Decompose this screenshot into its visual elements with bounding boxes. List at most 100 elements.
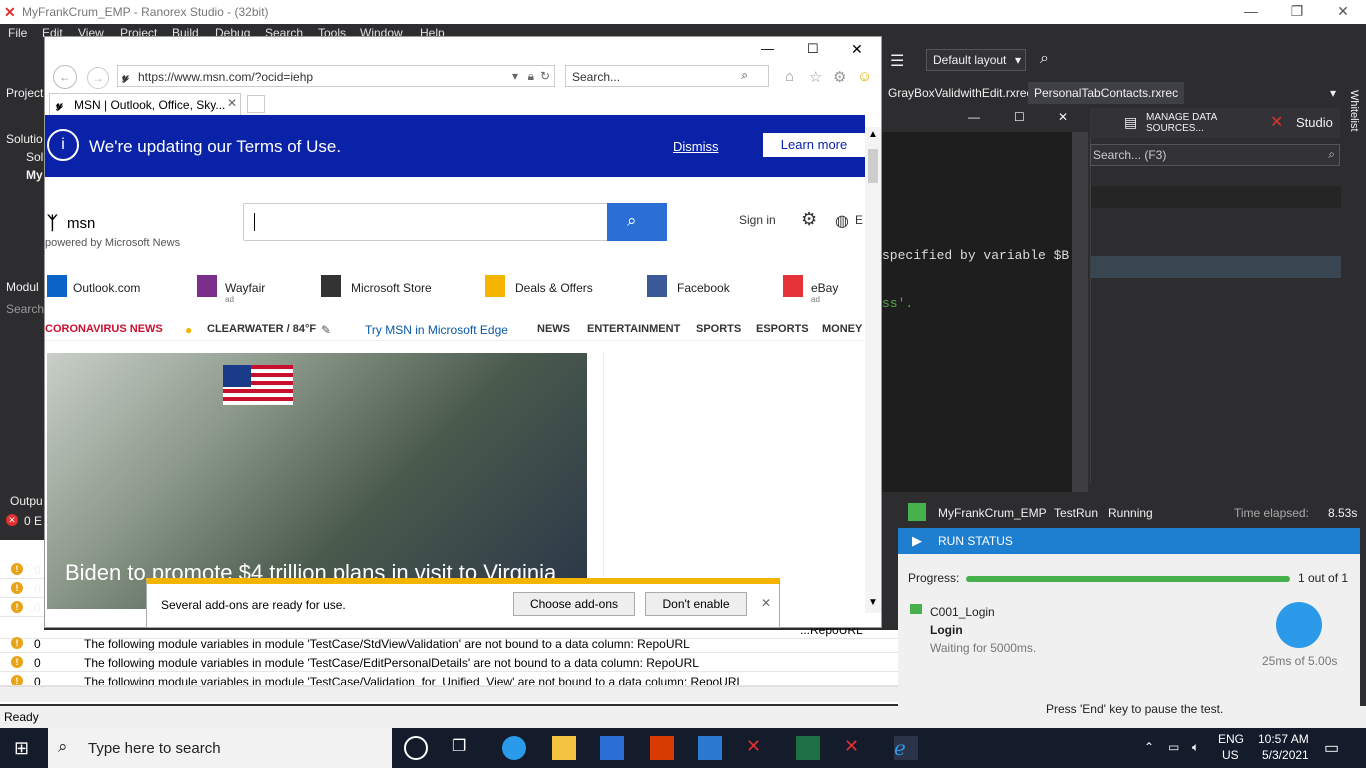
studio-button[interactable]: Studio bbox=[1296, 115, 1333, 130]
output-panel-label[interactable]: Outpu bbox=[10, 494, 43, 508]
close-button[interactable]: ✕ bbox=[1320, 0, 1366, 24]
solution-item[interactable]: Sol bbox=[26, 150, 43, 164]
scroll-down-icon[interactable]: ▼ bbox=[868, 597, 878, 608]
globe-icon[interactable]: ◍ bbox=[835, 211, 849, 231]
restore-button[interactable]: ❐ bbox=[1274, 0, 1320, 24]
settings-gear-icon[interactable]: ⚙ bbox=[833, 68, 846, 86]
nav-entertainment[interactable]: ENTERTAINMENT bbox=[587, 323, 680, 335]
manage-data-sources-button[interactable]: MANAGE DATA SOURCES... bbox=[1146, 112, 1246, 134]
ranorex-icon[interactable]: ✕ bbox=[844, 736, 868, 760]
output-hscrollbar[interactable] bbox=[0, 686, 898, 702]
ie-search-input[interactable]: Search... ⌕ bbox=[565, 65, 769, 87]
project-item[interactable]: My bbox=[26, 168, 43, 182]
minimize-button[interactable]: — bbox=[1228, 0, 1274, 24]
clock-date[interactable]: 5/3/2021 bbox=[1262, 748, 1309, 762]
code-window-minimize-button[interactable]: — bbox=[968, 110, 980, 124]
dropdown-icon[interactable]: ▾ bbox=[512, 69, 518, 83]
weather-link[interactable]: CLEARWATER / 84°F bbox=[207, 323, 316, 335]
forward-icon[interactable]: → bbox=[87, 67, 109, 89]
tab-menu-icon[interactable]: ▾ bbox=[1330, 86, 1336, 100]
msn-logo-text[interactable]: msn bbox=[67, 215, 95, 232]
new-tab-button[interactable] bbox=[247, 95, 265, 113]
language-bottom[interactable]: US bbox=[1222, 748, 1239, 762]
layout-icon[interactable]: ☰ bbox=[890, 51, 904, 71]
windows-start-icon[interactable]: ⊞ bbox=[14, 738, 29, 759]
code-editor[interactable]: specified by variable $B ss'. bbox=[882, 132, 1088, 492]
tab-close-icon[interactable]: ✕ bbox=[227, 96, 237, 110]
internet-explorer-icon[interactable]: ℯ bbox=[894, 736, 918, 760]
ie-tab-msn[interactable]: 𝓎 MSN | Outlook, Office, Sky... bbox=[49, 93, 241, 115]
file-explorer-icon[interactable] bbox=[552, 736, 576, 760]
dont-enable-button[interactable]: Don't enable bbox=[645, 592, 747, 616]
edge-icon[interactable] bbox=[502, 736, 526, 760]
repo-row-highlight[interactable] bbox=[1091, 256, 1341, 278]
store-icon[interactable] bbox=[600, 736, 624, 760]
mail-icon[interactable] bbox=[698, 736, 722, 760]
coronavirus-link[interactable]: CORONAVIRUS NEWS bbox=[45, 323, 163, 335]
clock-time[interactable]: 10:57 AM bbox=[1258, 732, 1309, 746]
cortana-icon[interactable] bbox=[404, 736, 428, 760]
office-icon[interactable] bbox=[650, 736, 674, 760]
edit-icon[interactable]: ✎ bbox=[321, 323, 331, 337]
tray-up-icon[interactable]: ⌃ bbox=[1144, 740, 1154, 754]
output-row[interactable]: ! 0 bbox=[0, 598, 44, 617]
output-row[interactable]: ! 0 The following module variables in mo… bbox=[0, 672, 898, 686]
quicklink-microsoft-store[interactable]: Microsoft Store bbox=[351, 281, 432, 295]
excel-icon[interactable] bbox=[796, 736, 820, 760]
solution-panel-label[interactable]: Project bbox=[6, 86, 43, 100]
ie-close-button[interactable]: ✕ bbox=[851, 41, 863, 58]
search-icon[interactable]: ⌕ bbox=[1328, 147, 1335, 162]
hero-article[interactable]: Biden to promote $4 trillion plans in vi… bbox=[47, 353, 587, 609]
quicklink-facebook[interactable]: Facebook bbox=[677, 281, 730, 295]
volume-icon[interactable]: 🔈︎ bbox=[1192, 740, 1199, 755]
output-row[interactable]: ! 0 The following module variables in mo… bbox=[0, 653, 898, 672]
ie-maximize-button[interactable]: ☐ bbox=[807, 41, 819, 57]
output-row[interactable]: ! 0 bbox=[0, 560, 44, 579]
msn-search-input[interactable] bbox=[243, 203, 667, 241]
code-scrollbar[interactable] bbox=[1072, 132, 1088, 492]
whitelist-label[interactable]: Whitelist bbox=[1348, 90, 1360, 132]
refresh-icon[interactable]: ↻ bbox=[540, 69, 550, 83]
layout-select[interactable]: Default layout ▾ bbox=[926, 49, 1026, 71]
nav-news[interactable]: NEWS bbox=[537, 323, 570, 335]
output-row[interactable]: ! 0 The following module variables in mo… bbox=[0, 634, 898, 653]
edge-link[interactable]: Try MSN in Microsoft Edge bbox=[365, 323, 508, 337]
notification-icon[interactable]: ▭ bbox=[1324, 738, 1339, 758]
scroll-thumb[interactable] bbox=[868, 149, 878, 183]
language-label[interactable]: E bbox=[855, 213, 863, 227]
choose-addons-button[interactable]: Choose add-ons bbox=[513, 592, 635, 616]
error-count-badge[interactable]: 0 E bbox=[24, 514, 42, 528]
favorites-icon[interactable]: ☆ bbox=[809, 68, 822, 86]
dismiss-link[interactable]: Dismiss bbox=[673, 139, 719, 154]
signin-link[interactable]: Sign in bbox=[739, 213, 776, 227]
code-window-close-button[interactable]: ✕ bbox=[1058, 110, 1068, 124]
quicklink-outlook[interactable]: Outlook.com bbox=[73, 281, 140, 295]
language-top[interactable]: ENG bbox=[1218, 732, 1244, 746]
learn-more-button[interactable]: Learn more bbox=[763, 133, 865, 157]
ie-minimize-button[interactable]: — bbox=[761, 41, 774, 56]
ie-vscrollbar[interactable]: ▲ ▼ bbox=[865, 127, 881, 613]
tab-grayboxvalidwithedit[interactable]: GrayBoxValidwithEdit.rxrec bbox=[882, 82, 1039, 104]
code-window-maximize-button[interactable]: ☐ bbox=[1014, 110, 1025, 124]
module-search[interactable]: Search bbox=[6, 302, 44, 316]
quicklink-ebay[interactable]: eBay bbox=[811, 281, 838, 295]
search-icon[interactable]: ⌕ bbox=[1040, 50, 1049, 68]
run-status-toggle[interactable]: ▶ RUN STATUS bbox=[898, 528, 1360, 554]
nav-money[interactable]: MONEY bbox=[822, 323, 862, 335]
nav-sports[interactable]: SPORTS bbox=[696, 323, 741, 335]
menu-file[interactable]: File bbox=[8, 26, 27, 40]
quicklink-deals[interactable]: Deals & Offers bbox=[515, 281, 593, 295]
task-view-icon[interactable]: ❐ bbox=[452, 736, 476, 760]
back-icon[interactable]: ← bbox=[53, 65, 77, 89]
settings-gear-icon[interactable]: ⚙ bbox=[801, 209, 817, 230]
module-panel-label[interactable]: Modul bbox=[6, 280, 39, 294]
nav-esports[interactable]: ESPORTS bbox=[756, 323, 809, 335]
feedback-smiley-icon[interactable]: ☺ bbox=[857, 68, 872, 85]
address-bar[interactable]: 𝓎 https://www.msn.com/?ocid=iehp ▾ 🔒︎ ↻ bbox=[117, 65, 555, 87]
network-icon[interactable]: ▭ bbox=[1168, 740, 1179, 754]
msn-search-button[interactable]: ⌕ bbox=[607, 203, 667, 241]
repo-search-input[interactable]: Search... (F3) ⌕ bbox=[1090, 144, 1340, 166]
taskbar-search[interactable]: ⌕ Type here to search bbox=[48, 728, 392, 768]
home-icon[interactable]: ⌂ bbox=[785, 68, 794, 85]
scroll-up-icon[interactable]: ▲ bbox=[868, 129, 878, 140]
